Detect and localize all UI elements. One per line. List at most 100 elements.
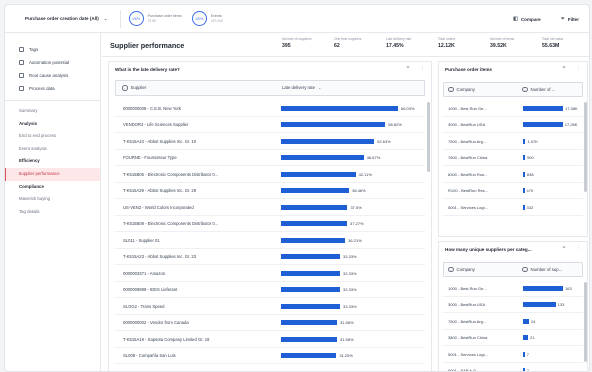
chevron-circle-icon: ⌄	[522, 86, 528, 92]
table-row[interactable]: SL006 - Compañía San Luis 31.25%	[115, 348, 425, 364]
po-items-indicator: 100% Purchase order items 37.5K	[128, 11, 182, 26]
table-row[interactable]: 0000000008 - C.E.B. New York 66.03%	[115, 100, 425, 117]
column-label: Number of ...	[530, 86, 556, 92]
rate-value: 37.27%	[350, 221, 364, 226]
tag-icon	[19, 47, 24, 52]
sidebar-nav-item[interactable]: Maverick buying	[5, 193, 100, 206]
divider	[119, 9, 121, 28]
late-delivery-rows: 0000000008 - C.E.B. New York 66.03% VENDOR…	[115, 100, 425, 364]
page-header: Supplier performance Number of suppliers…	[102, 33, 589, 57]
supplier-name: 0000000002 - Vendor from Canada	[123, 320, 189, 325]
supplier-name: 0000000008 - C.E.B. New York	[123, 105, 181, 111]
filter-icon[interactable]: ⏷	[562, 65, 566, 71]
more-options-icon[interactable]: ⋮	[576, 245, 581, 251]
supplier-name: T-K515A19 - Sapsota Company Limited Gr. …	[123, 336, 210, 342]
table-row[interactable]: 0000003371 - Amazon 33.33%	[115, 265, 425, 282]
date-filter-select[interactable]: Purchase order creation date (All) ⌄	[25, 16, 108, 22]
app-window: Purchase order creation date (All) ⌄ 100…	[4, 4, 590, 372]
column-company[interactable]: ⌄ Company	[448, 266, 475, 272]
sidebar-nav-item[interactable]: End to end process	[5, 130, 100, 143]
table-row[interactable]: T-K515B05 - Electronic Components Distri…	[115, 166, 425, 183]
company-name: 1000 - Best Run Ge...	[448, 285, 487, 291]
filter-icon[interactable]: ⏷	[562, 245, 566, 251]
rate-value: 52.63%	[377, 138, 391, 144]
count-bar	[523, 188, 525, 193]
supplier-name: 0000009999 - IDES Lieferant	[123, 287, 178, 292]
column-number[interactable]: ⌄ Number of sup...	[522, 266, 562, 272]
table-row[interactable]: R100 - BestRun Res... 470	[443, 183, 583, 199]
company-name: 5001 - Services Logi...	[448, 204, 488, 210]
table-row[interactable]: VENDOR4 - Life Sciences Supplier 58.82%	[115, 117, 425, 133]
table-row[interactable]: 1000 - Best Run Ge... 163	[443, 280, 583, 297]
table-row[interactable]: 3000 - BestRun USA 133	[443, 297, 583, 313]
kpi-value: 55.63M	[542, 43, 560, 49]
company-name: 7500 - BestRun Arg...	[448, 138, 487, 144]
sidebar-item-automation[interactable]: Automation potential	[5, 56, 100, 69]
column-supplier[interactable]: ⌄ Supplier	[122, 85, 146, 91]
count-value: 163	[565, 285, 572, 291]
sidebar-nav-item[interactable]: Event analysis	[5, 143, 100, 156]
rate-bar	[281, 353, 337, 358]
rate-bar	[281, 171, 356, 177]
sidebar-nav-item[interactable]: Supplier performance	[5, 167, 100, 181]
rate-bar	[281, 155, 364, 160]
chevron-circle-icon: ⌄	[122, 85, 128, 91]
count-value: 470	[526, 188, 534, 193]
table-row[interactable]: 7500 - BestRun Arg... 24	[443, 313, 583, 330]
more-options-icon[interactable]: ⋮	[420, 65, 425, 71]
table-row[interactable]: SL011 - Supplier 01 36.21%	[115, 232, 425, 249]
table-row[interactable]: T-K515A29 - Abbot Supplies Inc. Gr. 29 38…	[115, 183, 425, 199]
rate-bar	[281, 237, 346, 243]
filter-icon[interactable]: ⏷	[406, 65, 410, 71]
count-value: 7	[526, 368, 529, 372]
rate-value: 31.25%	[339, 353, 353, 358]
table-row[interactable]: T-K515B08 - Electronic Components Distri…	[115, 216, 425, 232]
table-header: ⌄ Company ⌄ Number of sup...	[443, 262, 583, 277]
table-row[interactable]: 3800 - BestRun China 21	[443, 330, 583, 346]
compare-button[interactable]: ◧ Compare	[513, 16, 541, 22]
rate-value: 33.33%	[343, 303, 357, 309]
sidebar-item-process-data[interactable]: Process data	[5, 82, 100, 95]
table-row[interactable]: 0000000002 - Vendor from Canada 31.58%	[115, 315, 425, 331]
unique-suppliers-rows: 1000 - Best Run Ge... 163 3000 - BestRun U…	[443, 280, 583, 372]
company-name: 8300 - BestRun Rus...	[448, 171, 488, 177]
count-value: 24	[530, 318, 536, 324]
table-row[interactable]: US-VEN2 - World Colors Incorporated 37.5%	[115, 199, 425, 216]
count-bar	[523, 204, 525, 210]
table-row[interactable]: 1000 - Best Run Ge... 17,38K	[443, 100, 583, 117]
scrollbar[interactable]	[427, 102, 430, 172]
sidebar-nav-item[interactable]: Summary	[5, 105, 100, 118]
table-row[interactable]: 3000 - BestRun USA 17,28K	[443, 117, 583, 133]
table-row[interactable]: T-K515A23 - Abbot Supplies Inc. Gr. 23 33…	[115, 249, 425, 265]
supplier-name: SL011 - Supplier 01	[123, 237, 160, 243]
table-row[interactable]: 7500 - BestRun Arg... 1.07K	[443, 133, 583, 150]
table-row[interactable]: 7600 - BestRun China 900	[443, 150, 583, 166]
column-late-rate[interactable]: Late delivery rate ⌄	[282, 85, 321, 90]
indicator-value: 37.5K	[147, 18, 157, 23]
panel-title: What is the late delivery rate?	[115, 67, 180, 72]
column-company[interactable]: ⌄ Company	[448, 86, 475, 92]
sidebar-item-tags[interactable]: Tags	[5, 43, 100, 56]
table-row[interactable]: T-K515A10 - Abbot Supplies Inc. Gr. 10 52…	[115, 133, 425, 150]
root-cause-icon	[19, 73, 24, 78]
table-row[interactable]: FOURNE - Fournisseur Type 46.67%	[115, 150, 425, 166]
table-row[interactable]: 0001 - SAP A.G. 7	[443, 363, 583, 372]
more-options-icon[interactable]: ⋮	[576, 65, 581, 71]
table-header: ⌄ Supplier Late delivery rate ⌄	[115, 80, 425, 96]
sidebar-item-root-cause[interactable]: Root cause analysis	[5, 69, 100, 82]
ring-value: 100%	[131, 16, 141, 21]
column-number[interactable]: ⌄ Number of ...	[522, 86, 556, 92]
ring-value: 100%	[195, 16, 204, 21]
table-row[interactable]: T-K515A19 - Sapsota Company Limited Gr. …	[115, 331, 425, 348]
table-row[interactable]: 5001 - Services Logi... 332	[443, 199, 583, 216]
company-name: 7600 - BestRun China	[448, 155, 488, 160]
filter-button[interactable]: ⏷ Filter	[561, 16, 579, 22]
sidebar-nav-item[interactable]: Tag details	[5, 206, 100, 219]
table-row[interactable]: 5001 - Services Logi... 7	[443, 346, 583, 363]
table-row[interactable]: 8300 - BestRun Rus... 838	[443, 166, 583, 183]
scrollbar[interactable]	[584, 282, 587, 362]
table-row[interactable]: 0000009999 - IDES Lieferant 33.33%	[115, 282, 425, 298]
scrollbar[interactable]	[584, 102, 587, 192]
kpi-value: 395	[282, 43, 291, 49]
table-row[interactable]: SLOG2 - Trans Speed 33.33%	[115, 298, 425, 315]
